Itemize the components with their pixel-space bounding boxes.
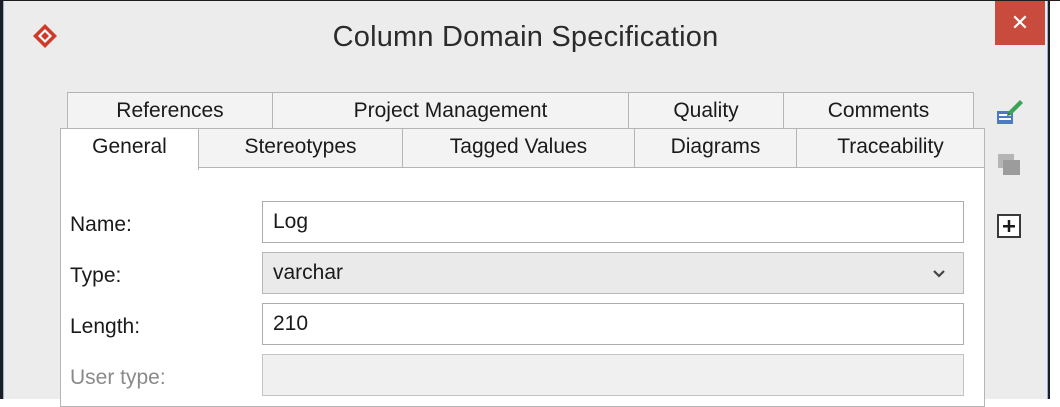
type-label: Type: <box>70 264 122 287</box>
title-bar[interactable]: Column Domain Specification ✕ <box>4 1 1047 79</box>
tab-comments[interactable]: Comments <box>783 92 974 130</box>
chevron-down-icon[interactable] <box>926 252 952 294</box>
add-icon[interactable] <box>994 211 1024 241</box>
type-select[interactable]: varchar <box>262 252 964 294</box>
close-button[interactable]: ✕ <box>995 1 1045 45</box>
name-label: Name: <box>70 213 132 236</box>
window-title: Column Domain Specification <box>332 21 719 53</box>
tab-stereotypes[interactable]: Stereotypes <box>198 128 403 168</box>
frame-right-edge <box>1048 0 1050 399</box>
user-type-field <box>262 354 964 396</box>
length-label: Length: <box>70 315 141 338</box>
tab-diagrams[interactable]: Diagrams <box>634 128 797 168</box>
tab-tagged-values[interactable]: Tagged Values <box>402 128 635 168</box>
name-field[interactable]: Log <box>262 201 964 243</box>
length-field[interactable]: 210 <box>262 303 964 345</box>
tab-references[interactable]: References <box>67 92 273 130</box>
tab-traceability[interactable]: Traceability <box>796 128 985 168</box>
edit-pin-icon[interactable] <box>994 97 1024 127</box>
stack-icon[interactable] <box>994 149 1024 179</box>
tab-quality[interactable]: Quality <box>628 92 784 130</box>
dialog-window: Column Domain Specification ✕ References… <box>3 1 1048 407</box>
user-type-label: User type: <box>70 366 166 389</box>
tab-general[interactable]: General <box>60 128 199 170</box>
tab-project-management[interactable]: Project Management <box>272 92 629 130</box>
